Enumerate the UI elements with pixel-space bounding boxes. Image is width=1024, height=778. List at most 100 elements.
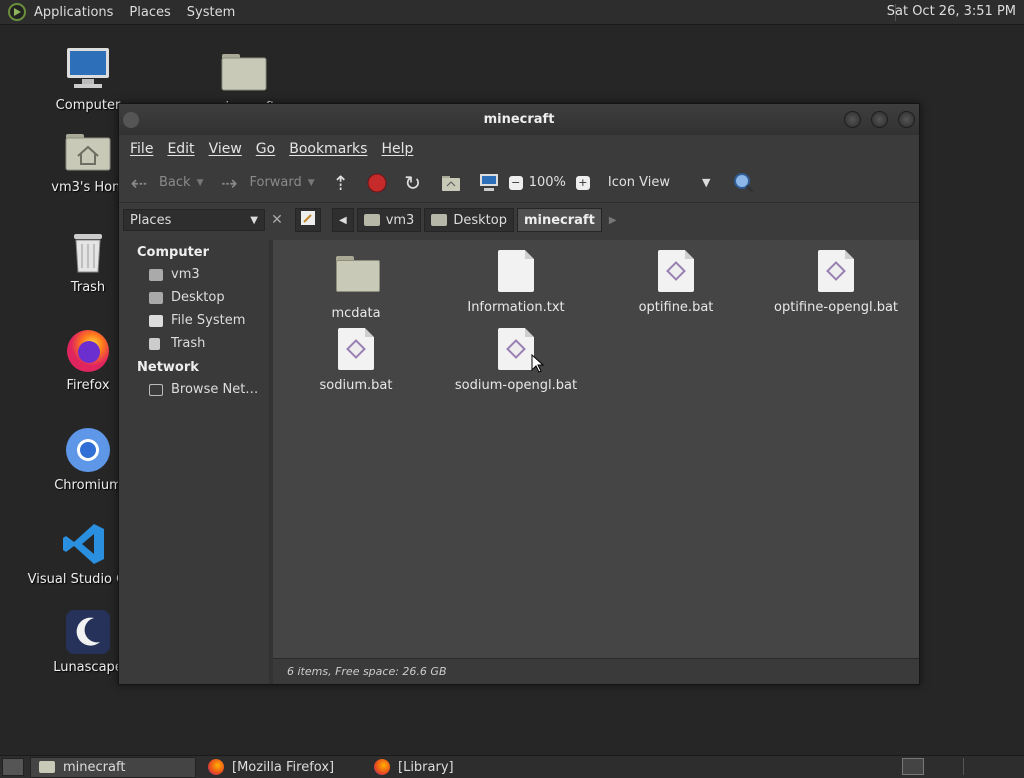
- back-button[interactable]: ⇠ Back ▼: [127, 171, 204, 195]
- file-manager-window: minecraft File Edit View Go Bookmarks He…: [118, 103, 920, 685]
- text-file-icon: [496, 250, 536, 294]
- sidebar-type-select[interactable]: Places ▼: [123, 209, 265, 231]
- places-menu[interactable]: Places: [121, 5, 178, 20]
- folder-icon: [220, 48, 268, 96]
- path-segment-minecraft[interactable]: minecraft: [516, 208, 602, 232]
- places-sidebar: Computer vm3 Desktop File System Trash N…: [121, 240, 269, 684]
- menu-edit[interactable]: Edit: [160, 141, 201, 157]
- sidebar-item-label: File System: [171, 313, 246, 328]
- close-button[interactable]: [898, 111, 915, 128]
- home-folder-icon: [149, 268, 163, 281]
- forward-button[interactable]: ⇢ Forward ▼: [217, 171, 315, 195]
- forward-label: Forward: [249, 175, 302, 190]
- distro-logo-icon[interactable]: [8, 3, 26, 21]
- sidebar-item-file-system[interactable]: File System: [121, 309, 269, 332]
- taskbar-item-firefox[interactable]: [Mozilla Firefox]: [200, 757, 362, 778]
- file-item-sodium-opengl-bat[interactable]: sodium-opengl.bat: [441, 328, 591, 393]
- taskbar-item-label: [Library]: [398, 759, 454, 775]
- view-mode-select[interactable]: Icon View ▼: [608, 175, 711, 190]
- file-item-information-txt[interactable]: Information.txt: [441, 250, 591, 315]
- folder-icon: [39, 761, 55, 773]
- window-title: minecraft: [483, 112, 555, 127]
- script-file-icon: [816, 250, 856, 294]
- back-label: Back: [159, 175, 191, 190]
- script-file-icon: [496, 328, 536, 372]
- maximize-button[interactable]: [871, 111, 888, 128]
- file-name: sodium-opengl.bat: [454, 378, 578, 393]
- sidebar-section-computer: Computer: [137, 245, 210, 260]
- toggle-location-entry-button[interactable]: [295, 208, 321, 232]
- taskbar-item-label: minecraft: [63, 759, 126, 775]
- applications-menu[interactable]: Applications: [26, 5, 121, 20]
- menu-help[interactable]: Help: [374, 141, 420, 157]
- search-button[interactable]: [732, 171, 756, 195]
- chevron-left-icon: ◀: [339, 214, 347, 226]
- sidebar-item-trash[interactable]: Trash: [121, 332, 269, 355]
- menu-bar: File Edit View Go Bookmarks Help: [119, 135, 919, 163]
- network-icon: [149, 383, 163, 396]
- stop-icon: [365, 171, 389, 195]
- firefox-icon: [374, 759, 390, 775]
- sidebar-item-label: Trash: [171, 336, 206, 351]
- sidebar-section-network: Network: [137, 360, 199, 375]
- home-icon: [439, 171, 463, 195]
- path-scroll-right-icon[interactable]: ▶: [609, 215, 617, 226]
- file-item-optifine-opengl-bat[interactable]: optifine-opengl.bat: [761, 250, 911, 315]
- path-scroll-left-button[interactable]: ◀: [332, 208, 354, 232]
- path-segment-vm3[interactable]: vm3: [356, 208, 422, 232]
- close-sidebar-icon[interactable]: ✕: [267, 212, 287, 228]
- sidebar-item-desktop[interactable]: Desktop: [121, 286, 269, 309]
- reload-button[interactable]: ↻: [401, 171, 425, 195]
- path-segment-label: vm3: [385, 212, 415, 228]
- up-arrow-icon: ⇡: [332, 170, 350, 195]
- view-mode-value: Icon View: [607, 175, 671, 190]
- file-item-mcdata[interactable]: mcdata: [281, 250, 431, 321]
- folder-icon: [336, 256, 380, 300]
- edit-location-icon: [300, 210, 316, 230]
- taskbar-item-minecraft[interactable]: minecraft: [30, 756, 196, 778]
- file-name: mcdata: [331, 306, 381, 321]
- file-item-optifine-bat[interactable]: optifine.bat: [601, 250, 751, 315]
- path-segment-label: minecraft: [523, 212, 595, 228]
- sidebar-item-label: Browse Net…: [171, 382, 259, 397]
- lunascape-icon: [64, 608, 112, 656]
- file-view[interactable]: mcdata Information.txt optifine.bat opti…: [273, 240, 919, 658]
- up-button[interactable]: ⇡: [329, 171, 353, 195]
- zoom-out-icon[interactable]: −: [508, 175, 523, 190]
- menu-bookmarks[interactable]: Bookmarks: [282, 141, 374, 157]
- taskbar-item-library[interactable]: [Library]: [366, 757, 516, 778]
- sidebar-type-value: Places: [130, 212, 172, 228]
- window-titlebar[interactable]: minecraft: [119, 104, 919, 135]
- mouse-cursor-icon: [531, 354, 545, 373]
- desktop-folder-icon: [149, 291, 163, 304]
- zoom-control: − 100% +: [508, 175, 596, 190]
- firefox-icon: [208, 759, 224, 775]
- window-menu-icon[interactable]: [123, 112, 139, 128]
- home-button[interactable]: [439, 171, 463, 195]
- sidebar-item-vm3[interactable]: vm3: [121, 263, 269, 286]
- clock[interactable]: Sat Oct 26, 3:51 PM: [887, 4, 1016, 19]
- zoom-in-icon[interactable]: +: [575, 175, 590, 190]
- menu-go[interactable]: Go: [249, 141, 282, 157]
- system-menu[interactable]: System: [179, 5, 243, 20]
- menu-view[interactable]: View: [202, 141, 249, 157]
- computer-button[interactable]: [477, 171, 501, 195]
- stop-button[interactable]: [365, 171, 389, 195]
- show-desktop-icon[interactable]: [2, 758, 24, 776]
- back-dropdown-icon[interactable]: ▼: [197, 178, 204, 188]
- file-item-sodium-bat[interactable]: sodium.bat: [281, 328, 431, 393]
- computer-icon: [477, 171, 501, 195]
- home-folder-icon: [64, 128, 112, 176]
- chromium-icon: [64, 426, 112, 474]
- minimize-button[interactable]: [844, 111, 861, 128]
- path-segment-desktop[interactable]: Desktop: [424, 208, 514, 232]
- file-name: sodium.bat: [319, 378, 393, 393]
- status-bar: 6 items, Free space: 26.6 GB: [273, 658, 919, 684]
- forward-dropdown-icon[interactable]: ▼: [308, 178, 315, 188]
- panel-separator: [963, 758, 964, 775]
- home-folder-icon: [363, 214, 380, 226]
- menu-file[interactable]: File: [123, 141, 160, 157]
- sidebar-item-browse-network[interactable]: Browse Net…: [121, 378, 269, 401]
- workspace-switcher-active[interactable]: [902, 758, 924, 775]
- sidebar-item-label: vm3: [171, 267, 200, 282]
